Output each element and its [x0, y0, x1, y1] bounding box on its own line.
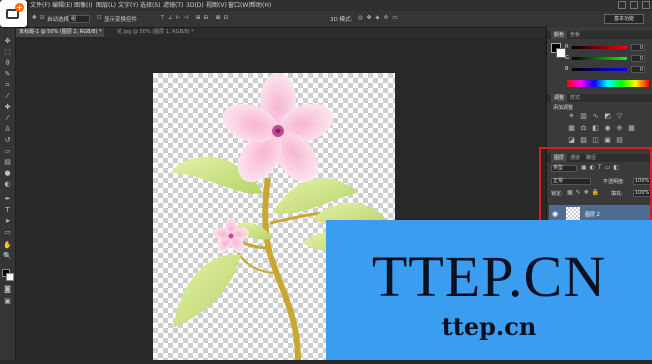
options-bar: ✥ ☑ 自动选择: 组 ☐ 显示变换控件 ⊤⊥⊢⊣ ⊞⊟ ⊠⊡ 3D 模式: ◎…: [0, 11, 652, 28]
menu-select[interactable]: 选择(S): [140, 0, 161, 11]
screen-mode-icon[interactable]: ▣: [3, 297, 12, 306]
gradient-icon[interactable]: ▤: [3, 158, 12, 167]
gradient-map-icon[interactable]: ▤: [615, 136, 624, 145]
pen-icon[interactable]: ✒: [3, 195, 12, 204]
bw-icon[interactable]: ◧: [591, 124, 600, 133]
menu-layer[interactable]: 图层(L): [96, 0, 116, 11]
show-transform-label: 显示变换控件: [104, 17, 138, 23]
eyedropper-icon[interactable]: ⁄: [3, 92, 12, 101]
checkbox-show-transform[interactable]: ☐: [97, 15, 101, 21]
posterize-icon[interactable]: ▨: [579, 136, 588, 145]
dodge-icon[interactable]: ◐: [3, 180, 12, 189]
curves-icon[interactable]: ∿: [591, 112, 600, 121]
color-spectrum[interactable]: [567, 80, 649, 87]
app-logo: +: [0, 0, 27, 27]
mixer-icon[interactable]: ⊕: [615, 124, 624, 133]
menu-filter[interactable]: 滤镜(T): [163, 0, 183, 11]
workspace-switcher[interactable]: 基本功能: [604, 14, 644, 24]
selective-color-icon[interactable]: ▣: [603, 136, 612, 145]
type-icon[interactable]: T: [3, 206, 12, 215]
slider-g[interactable]: G 0: [565, 55, 651, 63]
close-icon[interactable]: [642, 1, 650, 9]
tab-flower[interactable]: 花.jpg @ 50% (图层 1, RGB/8) *: [114, 28, 197, 37]
blur-icon[interactable]: ●: [3, 169, 12, 178]
hue-icon[interactable]: ▦: [567, 124, 576, 133]
menu-bar: 文件(F) 编辑(E) 图像(I) 图层(L) 文字(Y) 选择(S) 滤镜(T…: [0, 0, 652, 11]
invert-icon[interactable]: ◪: [567, 136, 576, 145]
adjust-panel-tabs: 调整 样式: [547, 94, 652, 102]
menu-help[interactable]: 帮助(H): [250, 0, 271, 11]
maximize-icon[interactable]: [630, 1, 638, 9]
background-color[interactable]: [6, 273, 14, 281]
lasso-icon[interactable]: ϑ: [3, 59, 12, 68]
watermark-block: TTEP.CN ttep.cn: [326, 220, 652, 360]
threshold-icon[interactable]: ◫: [591, 136, 600, 145]
window-controls: [618, 1, 650, 9]
auto-select-dropdown[interactable]: 组: [68, 15, 90, 23]
brush-icon[interactable]: ⁄: [3, 114, 12, 123]
menu-view[interactable]: 视图(V): [206, 0, 227, 11]
align-icons[interactable]: ⊤⊥⊢⊣ ⊞⊟ ⊠⊡: [160, 15, 231, 21]
slider-b[interactable]: B 0: [565, 66, 651, 74]
marquee-icon[interactable]: ⬚: [3, 48, 12, 57]
shape-icon[interactable]: ▭: [3, 228, 12, 237]
move-tool-icon[interactable]: ✥: [3, 37, 12, 46]
balance-icon[interactable]: ⚖: [579, 124, 588, 133]
zoom-icon[interactable]: 🔍: [3, 252, 12, 261]
checkbox-auto-select[interactable]: ☑: [40, 15, 44, 21]
tab-adjustments[interactable]: 调整: [551, 94, 568, 102]
quick-mask-icon[interactable]: ◙: [3, 285, 12, 294]
move-options-icon[interactable]: ✥: [32, 15, 37, 21]
watermark-small-text: ttep.cn: [441, 312, 537, 341]
exposure-icon[interactable]: ◩: [603, 112, 612, 121]
menu-3d[interactable]: 3D(D): [186, 0, 204, 11]
tab-styles[interactable]: 样式: [567, 94, 583, 102]
tab-color[interactable]: 颜色: [551, 31, 568, 39]
path-select-icon[interactable]: ➤: [3, 217, 12, 226]
brightness-icon[interactable]: ☀: [567, 112, 576, 121]
color-panel-tabs: 颜色 色板: [547, 31, 652, 39]
menu-type[interactable]: 文字(Y): [118, 0, 138, 11]
quick-select-icon[interactable]: ✎: [3, 70, 12, 79]
photo-filter-icon[interactable]: ◉: [603, 124, 612, 133]
tab-untitled[interactable]: 未标题-1 @ 50% (图层 2, RGB/8) *: [16, 28, 105, 37]
tools-panel: ✥ ⬚ ϑ ✎ ⌗ ⁄ ✚ ⁄ ♙ ↺ ▱ ▤ ● ◐ ✒ T ➤ ▭ ✋ 🔍 …: [0, 27, 16, 360]
mode-3d-label: 3D 模式:: [330, 17, 353, 23]
healing-icon[interactable]: ✚: [3, 103, 12, 112]
crop-icon[interactable]: ⌗: [3, 81, 12, 90]
document-tabs: 未标题-1 @ 50% (图层 2, RGB/8) * 花.jpg @ 50% …: [16, 28, 546, 37]
menu-edit[interactable]: 编辑(E): [52, 0, 72, 11]
tab-swatches[interactable]: 色板: [567, 31, 583, 39]
eraser-icon[interactable]: ▱: [3, 147, 12, 156]
history-brush-icon[interactable]: ↺: [3, 136, 12, 145]
3d-mode-icons[interactable]: ◎✥◈✢▭: [358, 15, 401, 21]
menu-window[interactable]: 窗口(W): [228, 0, 251, 11]
levels-icon[interactable]: ▥: [579, 112, 588, 121]
minimize-icon[interactable]: [618, 1, 626, 9]
slider-r[interactable]: R 0: [565, 44, 651, 52]
watermark-big-text: TTEP.CN: [371, 244, 607, 309]
hand-icon[interactable]: ✋: [3, 241, 12, 250]
plus-icon: +: [15, 3, 24, 12]
adjustments-title: 添加调整: [553, 105, 574, 111]
lookup-icon[interactable]: ▦: [627, 124, 636, 133]
menu-image[interactable]: 图像(I): [74, 0, 92, 11]
vibrance-icon[interactable]: ▽: [615, 112, 624, 121]
menu-file[interactable]: 文件(F): [30, 0, 50, 11]
stamp-icon[interactable]: ♙: [3, 125, 12, 134]
